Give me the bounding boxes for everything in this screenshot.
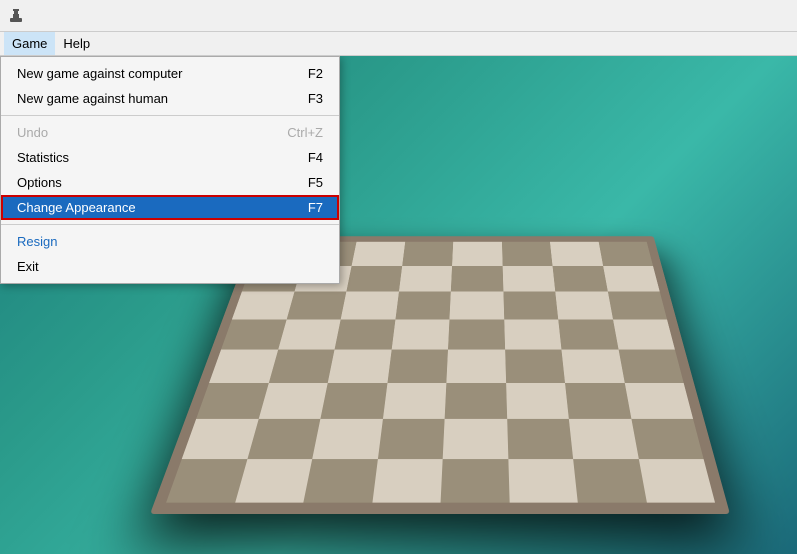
board-cell[interactable] (209, 350, 278, 383)
board-cell[interactable] (502, 266, 555, 292)
board-cell[interactable] (603, 266, 660, 292)
item-label: New game against computer (17, 66, 182, 81)
board-cell[interactable] (303, 459, 377, 503)
board-cell[interactable] (631, 419, 704, 459)
title-bar (0, 0, 797, 32)
board-cell[interactable] (402, 242, 453, 266)
board-cell[interactable] (377, 419, 444, 459)
board-cell[interactable] (387, 350, 448, 383)
board-cell[interactable] (452, 242, 502, 266)
game-area: (function(){ const grid = document.query… (0, 56, 797, 554)
dropdown-item-exit[interactable]: Exit (1, 254, 339, 279)
dropdown-item-statistics[interactable]: Statistics F4 (1, 145, 339, 170)
board-cell[interactable] (352, 242, 405, 266)
board-cell[interactable] (221, 319, 286, 349)
item-label: Options (17, 175, 62, 190)
dropdown-menu: New game against computerF2New game agai… (0, 56, 340, 284)
item-shortcut: Ctrl+Z (287, 125, 323, 140)
item-shortcut: F5 (308, 175, 323, 190)
board-cell[interactable] (598, 242, 653, 266)
board-cell[interactable] (312, 419, 382, 459)
board-cell[interactable] (335, 319, 396, 349)
item-label: Resign (17, 234, 57, 249)
title-controls (651, 0, 789, 32)
board-cell[interactable] (613, 319, 675, 349)
board-cell[interactable] (505, 350, 565, 383)
board-cell[interactable] (624, 383, 693, 419)
restore-button[interactable] (697, 0, 743, 32)
board-cell[interactable] (341, 291, 399, 319)
board-cell[interactable] (320, 383, 387, 419)
dropdown-item-options[interactable]: Options F5 (1, 170, 339, 195)
board-cell[interactable] (278, 319, 341, 349)
board-cell[interactable] (451, 266, 503, 292)
board-cell[interactable] (395, 291, 451, 319)
board-cell[interactable] (550, 242, 603, 266)
board-cell[interactable] (286, 291, 346, 319)
item-shortcut: F7 (308, 200, 323, 215)
menu-item-game[interactable]: Game (4, 32, 55, 55)
dropdown-item-resign[interactable]: Resign (1, 229, 339, 254)
board-cell[interactable] (573, 459, 646, 503)
board-cell[interactable] (182, 419, 258, 459)
app-icon (8, 8, 24, 24)
board-cell[interactable] (258, 383, 327, 419)
board-cell[interactable] (506, 383, 569, 419)
board-cell[interactable] (247, 419, 320, 459)
board-cell[interactable] (328, 350, 391, 383)
dropdown-item-new-vs-human[interactable]: New game against human F3 (1, 86, 339, 111)
board-cell[interactable] (561, 350, 624, 383)
board-cell[interactable] (445, 383, 507, 419)
board-cell[interactable] (638, 459, 715, 503)
dropdown-item-change-appearance[interactable]: Change Appearance F7 (1, 195, 339, 220)
board-cell[interactable] (558, 319, 618, 349)
board-cell[interactable] (502, 242, 553, 266)
dropdown-item-undo: Undo Ctrl+Z (1, 120, 339, 145)
board-cell[interactable] (503, 291, 558, 319)
board-cell[interactable] (507, 419, 573, 459)
board-cell[interactable] (504, 319, 562, 349)
menu-separator (1, 115, 339, 116)
board-cell[interactable] (166, 459, 247, 503)
menu-bar: Game Help (0, 32, 797, 56)
minimize-button[interactable] (651, 0, 697, 32)
board-cell[interactable] (346, 266, 401, 292)
item-label: New game against human (17, 91, 168, 106)
board-cell[interactable] (372, 459, 443, 503)
menu-separator (1, 224, 339, 225)
board-cell[interactable] (441, 459, 510, 503)
item-shortcut: F4 (308, 150, 323, 165)
board-cell[interactable] (399, 266, 452, 292)
close-button[interactable] (743, 0, 789, 32)
menu-item-help[interactable]: Help (55, 32, 98, 55)
board-cell[interactable] (607, 291, 667, 319)
item-label: Statistics (17, 150, 69, 165)
board-cell[interactable] (391, 319, 449, 349)
board-cell[interactable] (232, 291, 294, 319)
board-cell[interactable] (552, 266, 607, 292)
board-cell[interactable] (565, 383, 631, 419)
dropdown-item-new-vs-computer[interactable]: New game against computer F2 (1, 61, 339, 86)
item-shortcut: F2 (308, 66, 323, 81)
board-cell[interactable] (268, 350, 334, 383)
board-cell[interactable] (196, 383, 268, 419)
board-cell[interactable] (618, 350, 683, 383)
board-cell[interactable] (443, 419, 508, 459)
board-cell[interactable] (569, 419, 638, 459)
board-cell[interactable] (448, 319, 505, 349)
board-cell[interactable] (383, 383, 447, 419)
item-shortcut: F3 (308, 91, 323, 106)
item-label: Undo (17, 125, 48, 140)
board-cell[interactable] (235, 459, 313, 503)
board-cell[interactable] (449, 291, 503, 319)
title-left (8, 8, 30, 24)
board-cell[interactable] (555, 291, 612, 319)
board-cell[interactable] (508, 459, 578, 503)
board-cell[interactable] (446, 350, 505, 383)
item-label: Exit (17, 259, 39, 274)
item-label: Change Appearance (17, 200, 136, 215)
